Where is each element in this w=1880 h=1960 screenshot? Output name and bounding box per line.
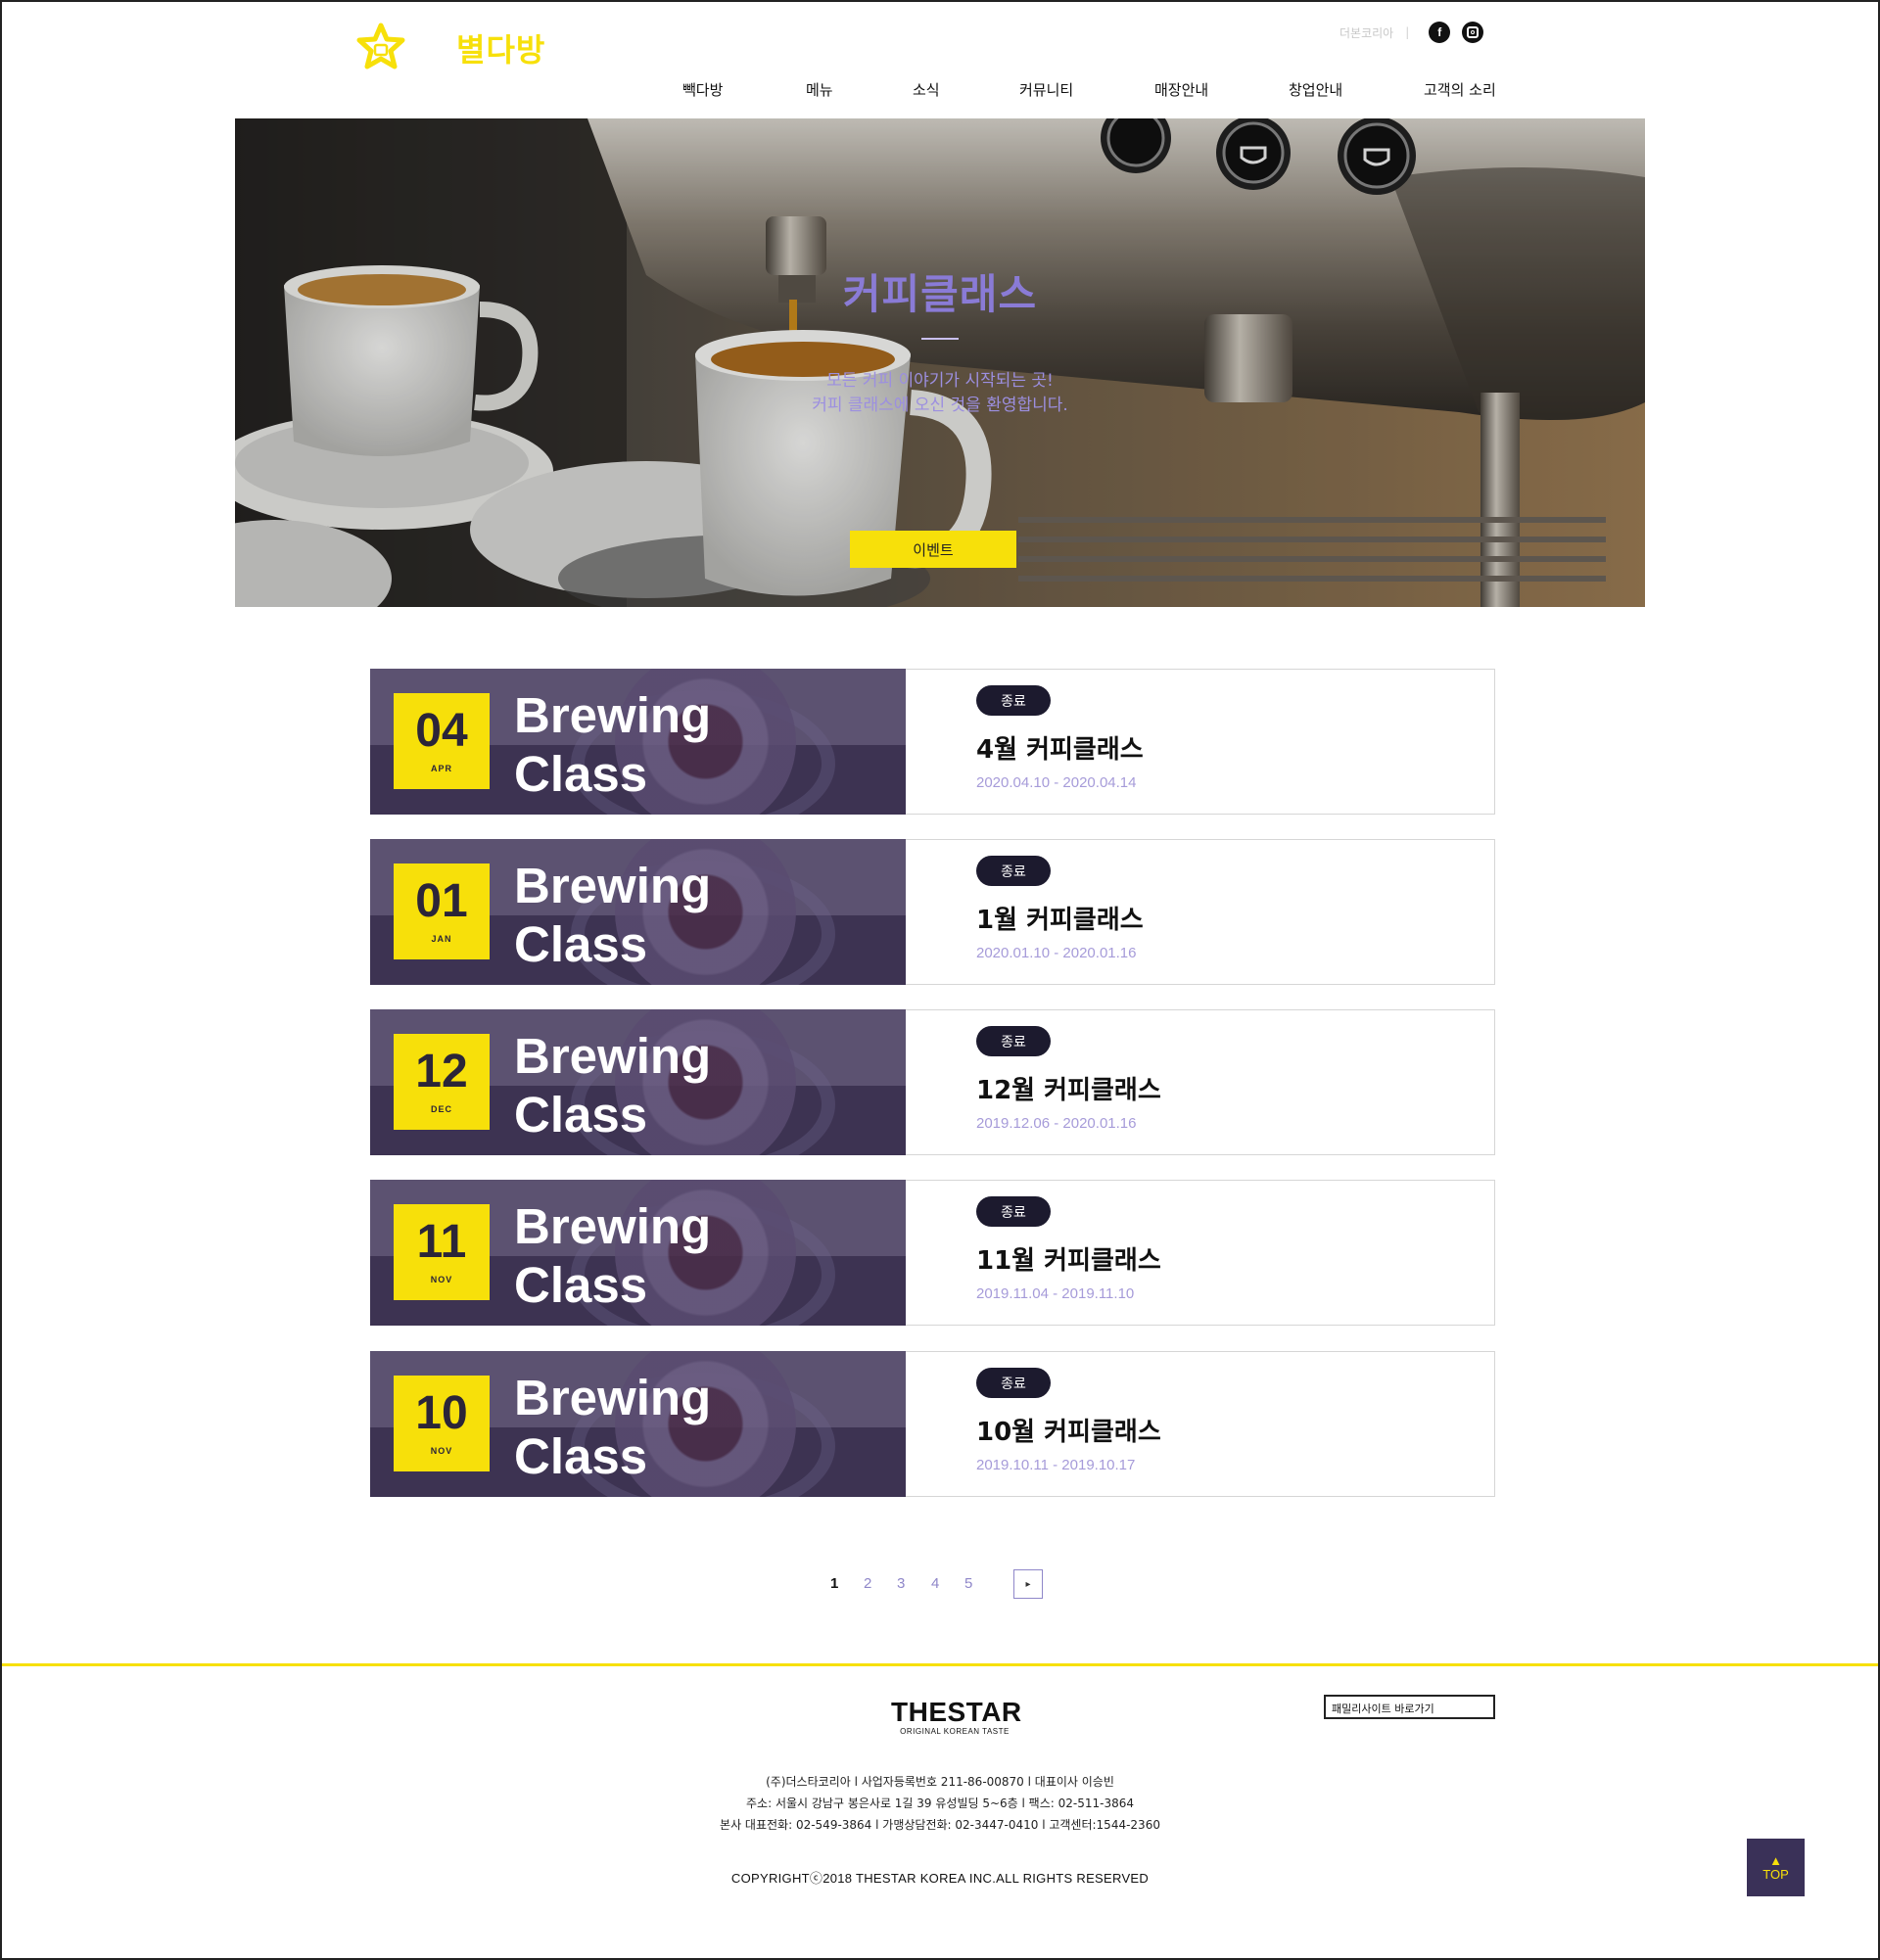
date-day: 01 [415, 875, 468, 927]
event-thumbnail[interactable]: 01 JAN Brewing Class [370, 839, 906, 985]
brand-name: THESTAR [891, 1697, 1022, 1727]
divider: | [1405, 25, 1410, 39]
status-badge: 종료 [976, 1196, 1051, 1227]
pagination: 1 2 3 4 5 ▸ [0, 1569, 1880, 1601]
thumbnail-caption: Brewing Class [514, 1370, 712, 1484]
nav-item-customer-voice[interactable]: 고객의 소리 [1424, 79, 1496, 100]
event-item[interactable]: 01 JAN Brewing Class 종료 1월 커피클래스 2020.01… [370, 839, 1495, 985]
page-3-link[interactable]: 3 [897, 1575, 905, 1592]
event-item[interactable]: 04 APR Brewing Class 종료 4월 커피클래스 2020.04… [370, 669, 1495, 815]
date-badge: 01 JAN [394, 863, 490, 959]
event-thumbnail[interactable]: 04 APR Brewing Class [370, 669, 906, 815]
date-month: APR [430, 764, 452, 773]
event-button[interactable]: 이벤트 [850, 531, 1016, 568]
date-day: 12 [415, 1046, 468, 1097]
event-dates: 2019.11.04 - 2019.11.10 [976, 1285, 1135, 1302]
status-badge: 종료 [976, 856, 1051, 886]
date-badge: 04 APR [394, 693, 490, 789]
main-nav: 빽다방 메뉴 소식 커뮤니티 매장안내 창업안내 고객의 소리 [0, 79, 1880, 99]
copyright: COPYRIGHTⓒ2018 THESTAR KOREA INC.ALL RIG… [730, 1871, 1150, 1886]
hero-title: 커피클래스 [842, 270, 1038, 318]
page-2-link[interactable]: 2 [864, 1575, 871, 1592]
page-1-link[interactable]: 1 [830, 1575, 838, 1592]
hero-subtitle-line1: 모든 커피 이야기가 시작되는 곳! [826, 371, 1054, 391]
star-logo-icon[interactable] [354, 22, 407, 74]
event-item[interactable]: 11 NOV Brewing Class 종료 11월 커피클래스 2019.1… [370, 1180, 1495, 1326]
event-dates: 2019.10.11 - 2019.10.17 [976, 1457, 1136, 1473]
event-title[interactable]: 1월 커피클래스 [976, 900, 1144, 936]
event-thumbnail[interactable]: 10 NOV Brewing Class [370, 1351, 906, 1497]
address-info: 주소: 서울시 강남구 봉은사로 1길 39 유성빌딩 5~6층 l 팩스: 0… [746, 1797, 1134, 1810]
footer-brand: THESTAR ORIGINAL KOREAN TASTE [891, 1697, 1022, 1737]
date-month: DEC [430, 1104, 452, 1114]
scroll-top-button[interactable]: ▲ TOP [1747, 1839, 1805, 1896]
date-badge: 10 NOV [394, 1376, 490, 1471]
logo-text[interactable]: 별다방 [456, 25, 545, 70]
hero-subtitle-line2: 커피 클래스에 오신 것을 환영합니다. [812, 396, 1068, 415]
date-month: NOV [430, 1446, 453, 1456]
nav-item-menu[interactable]: 메뉴 [806, 79, 833, 100]
top-label: TOP [1762, 1866, 1789, 1882]
event-thumbnail[interactable]: 11 NOV Brewing Class [370, 1180, 906, 1326]
next-page-button[interactable]: ▸ [1013, 1569, 1043, 1599]
event-dates: 2020.01.10 - 2020.01.16 [976, 945, 1137, 961]
thumbnail-caption: Brewing Class [514, 687, 712, 802]
brand-tagline: ORIGINAL KOREAN TASTE [900, 1727, 1010, 1736]
nav-item-franchise[interactable]: 창업안내 [1289, 79, 1342, 100]
facebook-icon[interactable]: f [1429, 22, 1451, 43]
page-4-link[interactable]: 4 [931, 1575, 939, 1592]
top-utility: 더본코리아 | f [1340, 22, 1484, 43]
date-day: 04 [415, 705, 468, 757]
event-title[interactable]: 12월 커피클래스 [976, 1070, 1161, 1106]
footer-divider [0, 1663, 1880, 1666]
page-5-link[interactable]: 5 [964, 1575, 972, 1592]
thumbnail-caption: Brewing Class [514, 1198, 712, 1313]
family-site-select[interactable]: 패밀리사이트 바로가기 [1324, 1695, 1495, 1719]
hero-banner: 커피클래스 모든 커피 이야기가 시작되는 곳! 커피 클래스에 오신 것을 환… [235, 118, 1645, 607]
nav-item-stores[interactable]: 매장안내 [1154, 79, 1208, 100]
theborn-korea-link[interactable]: 더본코리아 [1340, 24, 1393, 41]
event-title[interactable]: 4월 커피클래스 [976, 729, 1144, 766]
nav-item-paikdabang[interactable]: 빽다방 [682, 79, 723, 100]
date-day: 10 [415, 1387, 468, 1439]
date-month: NOV [430, 1275, 453, 1284]
date-badge: 11 NOV [394, 1204, 490, 1300]
nav-item-news[interactable]: 소식 [913, 79, 940, 100]
thumbnail-caption: Brewing Class [514, 1028, 712, 1143]
instagram-icon[interactable] [1462, 22, 1484, 43]
nav-item-community[interactable]: 커뮤니티 [1019, 79, 1073, 100]
status-badge: 종료 [976, 685, 1051, 716]
contact-info: 본사 대표전화: 02-549-3864 l 가맹상담전화: 02-3447-0… [720, 1818, 1160, 1832]
event-dates: 2019.12.06 - 2020.01.16 [976, 1115, 1137, 1132]
hero-divider [921, 338, 959, 340]
thumbnail-caption: Brewing Class [514, 858, 712, 972]
event-item[interactable]: 12 DEC Brewing Class 종료 12월 커피클래스 2019.1… [370, 1009, 1495, 1155]
company-info: (주)더스타코리아 l 사업자등록번호 211-86-00870 l 대표이사 … [766, 1775, 1114, 1789]
date-month: JAN [431, 934, 452, 944]
play-arrow-icon: ▸ [1025, 1578, 1031, 1590]
status-badge: 종료 [976, 1368, 1051, 1398]
event-title[interactable]: 11월 커피클래스 [976, 1240, 1161, 1277]
arrow-up-icon: ▲ [1769, 1852, 1782, 1868]
status-badge: 종료 [976, 1026, 1051, 1056]
event-dates: 2020.04.10 - 2020.04.14 [976, 774, 1137, 791]
event-title[interactable]: 10월 커피클래스 [976, 1412, 1161, 1448]
event-thumbnail[interactable]: 12 DEC Brewing Class [370, 1009, 906, 1155]
event-item[interactable]: 10 NOV Brewing Class 종료 10월 커피클래스 2019.1… [370, 1351, 1495, 1497]
date-badge: 12 DEC [394, 1034, 490, 1130]
date-day: 11 [416, 1216, 467, 1268]
